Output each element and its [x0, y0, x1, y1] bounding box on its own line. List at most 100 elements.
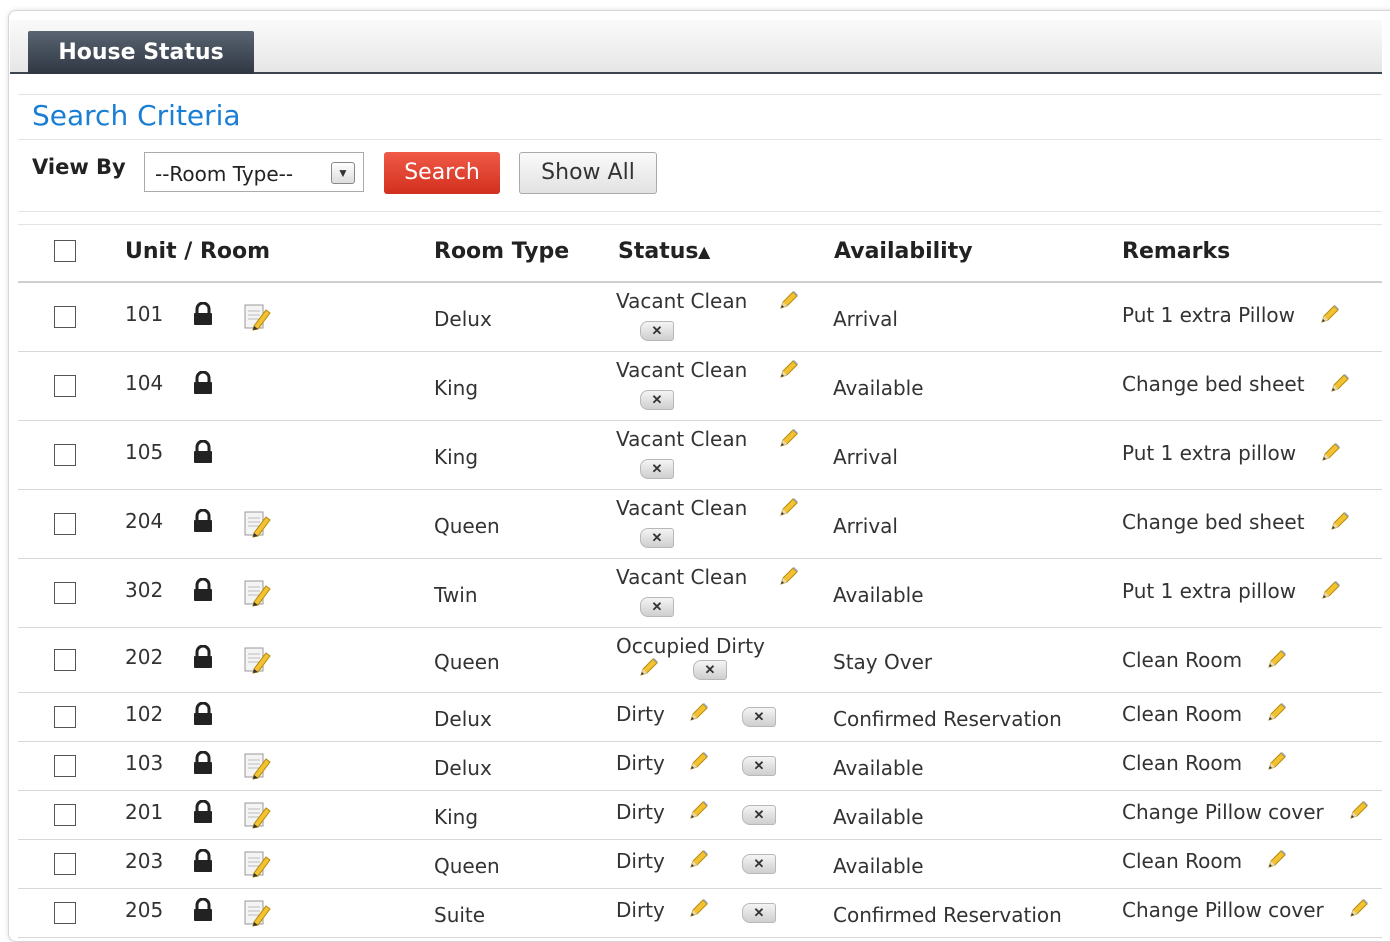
edit-remarks-pencil-icon[interactable] — [1266, 750, 1288, 772]
tab-house-status[interactable]: House Status — [28, 31, 254, 74]
table-row: 101 Delux Vacant Clean ✕ Arrival Put 1 extra… — [18, 283, 1382, 352]
remove-status-x-icon[interactable]: ✕ — [640, 390, 674, 410]
header-unit-room[interactable]: Unit / Room — [125, 239, 270, 264]
remove-status-x-icon[interactable]: ✕ — [693, 660, 727, 680]
remarks-text: Change bed sheet — [1122, 510, 1305, 534]
tab-bar: House Status — [10, 20, 1382, 74]
remarks-text: Change Pillow cover — [1122, 800, 1324, 824]
room-type-select[interactable]: --Room Type-- ▼ — [144, 152, 364, 192]
edit-remarks-pencil-icon[interactable] — [1348, 897, 1370, 919]
edit-status-pencil-icon[interactable] — [688, 701, 710, 723]
edit-status-pencil-icon[interactable] — [778, 289, 800, 311]
notepad-icon[interactable] — [242, 509, 272, 539]
notepad-icon[interactable] — [242, 849, 272, 879]
lock-icon[interactable] — [192, 301, 214, 326]
row-checkbox[interactable] — [54, 902, 76, 924]
remove-status-x-icon[interactable]: ✕ — [640, 459, 674, 479]
search-button[interactable]: Search — [384, 152, 500, 194]
edit-remarks-pencil-icon[interactable] — [1320, 441, 1342, 463]
edit-status-pencil-icon[interactable] — [778, 358, 800, 380]
availability: Confirmed Reservation — [833, 707, 1062, 731]
lock-icon[interactable] — [192, 508, 214, 533]
room-number: 103 — [125, 751, 164, 775]
lock-icon[interactable] — [192, 439, 214, 464]
status-text: Dirty — [616, 800, 665, 824]
room-type: Queen — [434, 650, 500, 674]
lock-icon[interactable] — [192, 897, 214, 922]
row-checkbox[interactable] — [54, 306, 76, 328]
table-row: 203 Queen Dirty ✕ Available Clean Room — [18, 840, 1382, 889]
status-text: Occupied Dirty — [616, 634, 765, 658]
row-checkbox[interactable] — [54, 755, 76, 777]
edit-remarks-pencil-icon[interactable] — [1266, 648, 1288, 670]
edit-remarks-pencil-icon[interactable] — [1320, 579, 1342, 601]
edit-status-pencil-icon[interactable] — [688, 848, 710, 870]
header-availability[interactable]: Availability — [834, 239, 973, 264]
table-row: 202 Queen Occupied Dirty ✕ Stay Over Clean R… — [18, 628, 1382, 693]
show-all-button[interactable]: Show All — [519, 152, 657, 194]
row-checkbox[interactable] — [54, 375, 76, 397]
header-status[interactable]: Status — [618, 239, 698, 264]
status-text: Dirty — [616, 849, 665, 873]
row-checkbox[interactable] — [54, 582, 76, 604]
lock-icon[interactable] — [192, 701, 214, 726]
notepad-icon[interactable] — [242, 800, 272, 830]
row-checkbox[interactable] — [54, 513, 76, 535]
remove-status-x-icon[interactable]: ✕ — [640, 597, 674, 617]
row-checkbox[interactable] — [54, 649, 76, 671]
lock-icon[interactable] — [192, 577, 214, 602]
row-checkbox[interactable] — [54, 444, 76, 466]
select-all-checkbox[interactable] — [54, 240, 76, 262]
room-number: 102 — [125, 702, 164, 726]
notepad-icon[interactable] — [242, 645, 272, 675]
header-remarks[interactable]: Remarks — [1122, 239, 1230, 264]
lock-icon[interactable] — [192, 370, 214, 395]
table-row: 104 King Vacant Clean ✕ Available Change bed… — [18, 352, 1382, 421]
room-type: King — [434, 376, 479, 400]
notepad-icon[interactable] — [242, 302, 272, 332]
remove-status-x-icon[interactable]: ✕ — [640, 321, 674, 341]
table-header: Unit / Room Room Type Status ▲ Availabil… — [18, 225, 1382, 283]
table-row: 201 King Dirty ✕ Available Change Pillow cov… — [18, 791, 1382, 840]
edit-status-pencil-icon[interactable] — [688, 750, 710, 772]
row-checkbox[interactable] — [54, 853, 76, 875]
room-type: Twin — [434, 583, 478, 607]
remove-status-x-icon[interactable]: ✕ — [640, 528, 674, 548]
header-room-type[interactable]: Room Type — [434, 239, 569, 264]
edit-status-pencil-icon[interactable] — [688, 799, 710, 821]
remove-status-x-icon[interactable]: ✕ — [742, 854, 776, 874]
edit-remarks-pencil-icon[interactable] — [1329, 510, 1351, 532]
row-checkbox[interactable] — [54, 804, 76, 826]
remove-status-x-icon[interactable]: ✕ — [742, 805, 776, 825]
lock-icon[interactable] — [192, 799, 214, 824]
sort-ascending-icon[interactable]: ▲ — [698, 242, 710, 261]
notepad-icon[interactable] — [242, 578, 272, 608]
edit-status-pencil-icon[interactable] — [778, 427, 800, 449]
edit-status-pencil-icon[interactable] — [638, 656, 660, 678]
remarks-text: Clean Room — [1122, 702, 1243, 726]
remove-status-x-icon[interactable]: ✕ — [742, 707, 776, 727]
edit-status-pencil-icon[interactable] — [688, 897, 710, 919]
edit-status-pencil-icon[interactable] — [778, 496, 800, 518]
edit-remarks-pencil-icon[interactable] — [1329, 372, 1351, 394]
row-checkbox[interactable] — [54, 706, 76, 728]
lock-icon[interactable] — [192, 644, 214, 669]
lock-icon[interactable] — [192, 750, 214, 775]
availability: Confirmed Reservation — [833, 903, 1062, 927]
chevron-down-icon[interactable]: ▼ — [331, 162, 355, 184]
table-row: 102 Delux Dirty ✕ Confirmed Reservation Clea… — [18, 693, 1382, 742]
notepad-icon[interactable] — [242, 751, 272, 781]
lock-icon[interactable] — [192, 848, 214, 873]
edit-remarks-pencil-icon[interactable] — [1319, 303, 1341, 325]
edit-remarks-pencil-icon[interactable] — [1266, 848, 1288, 870]
remarks-text: Put 1 extra Pillow — [1122, 303, 1296, 327]
remarks-text: Change bed sheet — [1122, 372, 1305, 396]
edit-remarks-pencil-icon[interactable] — [1266, 701, 1288, 723]
remove-status-x-icon[interactable]: ✕ — [742, 903, 776, 923]
remarks-text: Put 1 extra pillow — [1122, 579, 1297, 603]
edit-remarks-pencil-icon[interactable] — [1348, 799, 1370, 821]
search-criteria-header: Search Criteria — [18, 94, 1382, 140]
remove-status-x-icon[interactable]: ✕ — [742, 756, 776, 776]
room-number: 101 — [125, 302, 164, 326]
edit-status-pencil-icon[interactable] — [778, 565, 800, 587]
